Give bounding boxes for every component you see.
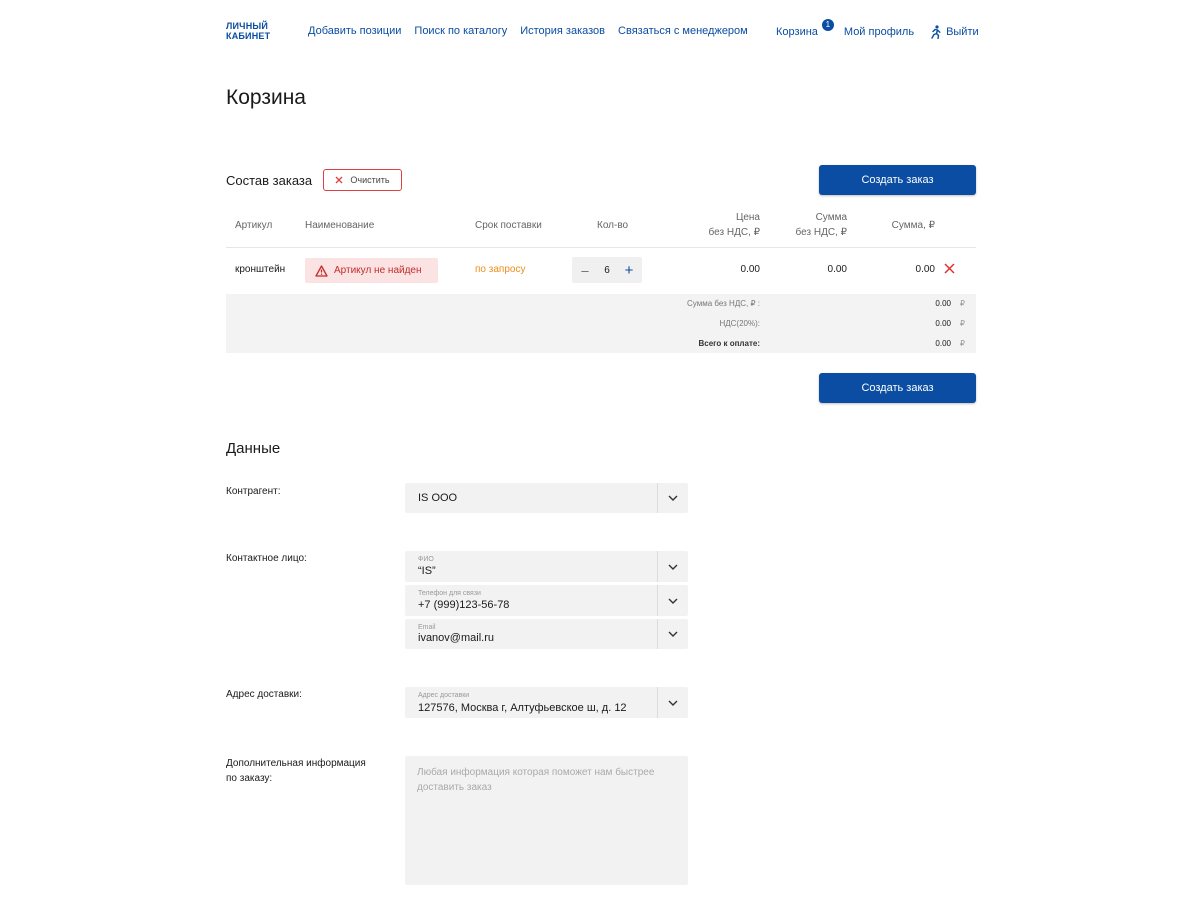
chevron-down-icon [668, 495, 678, 501]
field-divider [657, 585, 658, 616]
main-nav: Добавить позиции Поиск по каталогу Истор… [308, 25, 748, 37]
clear-cart-label: Очистить [350, 175, 390, 185]
contact-label: Контактное лицо: [226, 553, 307, 564]
total-no-vat-value: 0.00 [935, 299, 951, 308]
logo[interactable]: ЛИЧНЫЙ КАБИНЕТ [226, 21, 286, 41]
clear-cart-button[interactable]: Очистить [323, 169, 402, 191]
chevron-down-icon [668, 700, 678, 706]
nav-cart[interactable]: Корзина 1 [776, 19, 834, 38]
counterparty-value: IS OOO [418, 492, 458, 504]
col-header-name: Наименование [305, 220, 375, 231]
phone-value: +7 (999)123-56-78 [418, 599, 510, 611]
counterparty-select[interactable]: IS OOO [405, 483, 688, 513]
row-delivery: по запросу [475, 264, 526, 275]
phone-caption: Телефон для связи [418, 590, 481, 597]
col-header-price-line1: Цена [735, 212, 760, 223]
vat-label: НДС(20%): [719, 319, 760, 328]
extra-info-label: Дополнительная информация по заказу: [226, 756, 366, 786]
page-title: Корзина [226, 86, 306, 109]
grand-total-value: 0.00 [935, 339, 951, 348]
order-totals: Сумма без НДС, ₽ : 0.00 ₽ НДС(20%): 0.00… [226, 294, 976, 353]
col-header-delivery: Срок поставки [475, 220, 542, 231]
create-order-button-bottom[interactable]: Создать заказ [819, 373, 976, 403]
nav-cart-label: Корзина [776, 26, 818, 38]
col-header-qty: Кол-во [597, 220, 629, 231]
col-header-price: Цена без НДС, ₽ [680, 210, 760, 240]
col-header-sum: Сумма без НДС, ₽ [767, 210, 847, 240]
chevron-down-icon [668, 598, 678, 604]
runner-logout-icon [931, 25, 941, 39]
row-total: 0.00 [915, 264, 935, 275]
data-section-title: Данные [226, 440, 281, 457]
quantity-stepper[interactable]: – 6 + [572, 257, 642, 283]
nav-add-positions[interactable]: Добавить позиции [308, 25, 401, 37]
email-caption: Email [418, 624, 436, 631]
close-icon [944, 263, 955, 274]
col-header-article: Артикул [235, 220, 273, 231]
fio-value: “IS” [418, 565, 436, 577]
field-divider [657, 687, 658, 718]
nav-catalog-search[interactable]: Поиск по каталогу [414, 25, 507, 37]
contact-phone-select[interactable]: Телефон для связи +7 (999)123-56-78 [405, 585, 688, 616]
nav-my-profile[interactable]: Мой профиль [844, 26, 914, 38]
address-label: Адрес доставки: [226, 689, 302, 700]
field-divider [657, 483, 658, 513]
vat-value: 0.00 [935, 319, 951, 328]
field-divider [657, 551, 658, 582]
row-article: кронштейн [235, 264, 286, 275]
grand-total-label: Всего к оплате: [698, 339, 760, 348]
total-no-vat-currency: ₽ [959, 299, 965, 308]
remove-item-button[interactable] [944, 261, 955, 279]
address-select[interactable]: Адрес доставки 127576, Москва г, Алтуфье… [405, 687, 688, 718]
top-header: ЛИЧНЫЙ КАБИНЕТ Добавить позиции Поиск по… [0, 0, 1200, 62]
order-section-title: Состав заказа [226, 173, 313, 188]
extra-info-label-line2: по заказу: [226, 773, 273, 784]
minus-icon[interactable]: – [578, 264, 592, 277]
col-header-sum-line2: без НДС, ₽ [795, 227, 847, 238]
close-icon [335, 176, 343, 184]
article-not-found-text: Артикул не найден [334, 265, 422, 276]
row-price: 0.00 [740, 264, 760, 275]
col-header-total: Сумма, ₽ [891, 220, 935, 231]
article-not-found-badge: Артикул не найден [305, 258, 438, 283]
create-order-button-top[interactable]: Создать заказ [819, 165, 976, 195]
cart-count-badge: 1 [821, 19, 834, 31]
contact-fio-select[interactable]: ФИО “IS” [405, 551, 688, 582]
nav-contact-manager[interactable]: Связаться с менеджером [618, 25, 748, 37]
logout-button[interactable]: Выйти [930, 25, 979, 39]
col-header-sum-line1: Сумма [815, 212, 847, 223]
plus-icon[interactable]: + [622, 263, 636, 278]
extra-info-textarea[interactable]: Любая информация которая поможет нам быс… [405, 756, 688, 885]
quantity-value[interactable]: 6 [604, 265, 610, 276]
total-no-vat-label: Сумма без НДС, ₽ : [687, 299, 760, 308]
extra-info-label-line1: Дополнительная информация [226, 758, 366, 769]
warning-triangle-icon [315, 264, 328, 277]
nav-order-history[interactable]: История заказов [520, 25, 605, 37]
field-divider [657, 619, 658, 649]
chevron-down-icon [668, 564, 678, 570]
vat-currency: ₽ [959, 319, 965, 328]
email-value: ivanov@mail.ru [418, 632, 494, 644]
user-nav: Корзина 1 Мой профиль Выйти [776, 19, 979, 39]
col-header-price-line2: без НДС, ₽ [708, 227, 760, 238]
row-sum: 0.00 [827, 264, 847, 275]
counterparty-label: Контрагент: [226, 486, 281, 497]
grand-total-currency: ₽ [959, 339, 965, 348]
address-value: 127576, Москва г, Алтуфьевское ш, д. 12 [418, 702, 627, 714]
address-caption: Адрес доставки [418, 692, 470, 699]
chevron-down-icon [668, 631, 678, 637]
logout-label: Выйти [946, 26, 979, 38]
table-header-divider [226, 247, 976, 248]
fio-caption: ФИО [418, 556, 434, 563]
contact-email-select[interactable]: Email ivanov@mail.ru [405, 619, 688, 649]
